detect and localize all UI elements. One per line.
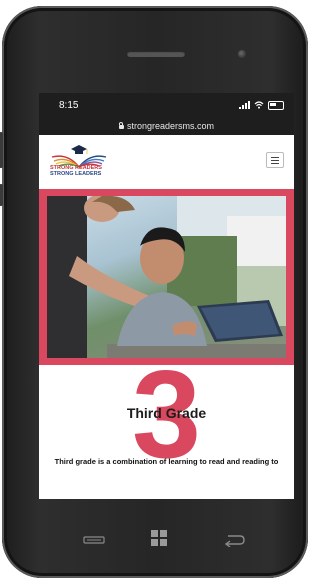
status-icons xyxy=(239,100,284,110)
wifi-icon xyxy=(254,101,264,109)
address-bar[interactable]: strongreadersms.com xyxy=(39,117,294,135)
hamburger-icon xyxy=(271,156,279,158)
hero-banner xyxy=(39,189,294,365)
site-header: STRONG READERS STRONG LEADERS xyxy=(39,135,294,189)
grade-section: 3 Third Grade Third grade is a combinati… xyxy=(39,353,294,499)
hero-photo xyxy=(47,196,286,358)
windows-icon[interactable] xyxy=(150,529,168,547)
hamburger-menu-button[interactable] xyxy=(266,152,284,168)
front-camera xyxy=(238,50,246,58)
grade-title: Third Grade xyxy=(126,405,207,421)
earpiece-speaker xyxy=(127,51,185,57)
hamburger-icon-bar xyxy=(271,159,279,161)
hamburger-icon-bar xyxy=(271,162,279,164)
phone-nav-bar xyxy=(0,520,311,560)
photo-illustration xyxy=(47,196,286,358)
status-time: 8:15 xyxy=(59,99,79,111)
phone-screen: 8:15 strongreadersms.com STRONG READERS … xyxy=(39,93,294,499)
power-button[interactable] xyxy=(0,184,3,206)
logo-line2: STRONG LEADERS xyxy=(50,171,102,177)
back-arrow-icon[interactable] xyxy=(82,534,106,546)
status-bar: 8:15 xyxy=(39,93,294,117)
strong-readers-logo[interactable] xyxy=(48,143,110,183)
logo-text: STRONG READERS STRONG LEADERS xyxy=(50,165,102,177)
signal-icon xyxy=(239,101,250,109)
lock-icon xyxy=(118,122,124,129)
grade-description: Third grade is a combination of learning… xyxy=(54,457,279,466)
search-icon[interactable] xyxy=(222,533,246,547)
url-text: strongreadersms.com xyxy=(126,121,215,131)
volume-button[interactable] xyxy=(0,132,3,168)
battery-icon xyxy=(268,100,284,110)
